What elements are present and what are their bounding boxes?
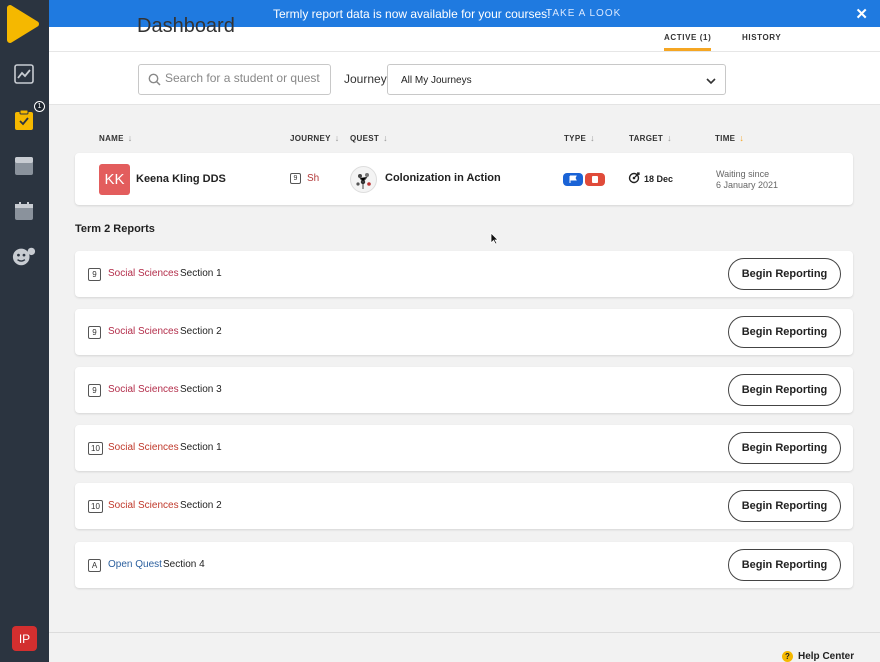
- help-center-link[interactable]: ? Help Center: [782, 651, 854, 662]
- page-title: Dashboard: [137, 15, 235, 37]
- report-section: Section 4: [163, 559, 205, 570]
- report-section: Section 1: [180, 268, 222, 279]
- sidebar: 1 IP: [0, 0, 49, 662]
- search-input[interactable]: [165, 71, 325, 85]
- notification-badge: 1: [34, 101, 45, 112]
- column-header-label: TYPE: [564, 134, 587, 143]
- mouse-cursor-icon: [490, 232, 499, 250]
- help-icon: ?: [782, 651, 793, 662]
- report-subject: Social Sciences: [108, 442, 179, 453]
- journey-select-value: All My Journeys: [401, 75, 472, 86]
- search-box: [138, 64, 331, 95]
- banner-message: Termly report data is now available for …: [273, 7, 551, 21]
- waiting-label: Waiting since: [716, 169, 770, 179]
- report-subject: Social Sciences: [108, 326, 179, 337]
- sort-arrow-icon: ↓: [383, 133, 388, 143]
- column-header-label: TIME: [715, 134, 736, 143]
- table-row[interactable]: KK Keena Kling DDS 9 Sh Colonization in …: [75, 153, 853, 205]
- quest-name: Colonization in Action: [385, 172, 501, 184]
- page-header: Dashboard ACTIVE (1) HISTORY Journey All…: [49, 15, 880, 105]
- column-header-time[interactable]: TIME ↓: [715, 133, 744, 143]
- grade-badge: 9: [88, 268, 101, 281]
- begin-reporting-button[interactable]: Begin Reporting: [728, 549, 841, 581]
- column-header-type[interactable]: TYPE ↓: [564, 133, 595, 143]
- analytics-icon[interactable]: [12, 62, 36, 86]
- journey-abbreviation: Sh: [307, 173, 320, 184]
- close-icon[interactable]: ✕: [855, 5, 868, 23]
- report-section: Section 3: [180, 384, 222, 395]
- report-row: 10 Social Sciences Section 1 Begin Repor…: [75, 425, 853, 471]
- tab-history[interactable]: HISTORY: [742, 33, 781, 42]
- report-subject: Social Sciences: [108, 500, 179, 511]
- sort-arrow-icon: ↓: [127, 133, 133, 143]
- target-date: 18 Dec: [644, 174, 674, 184]
- grade-badge: 9: [88, 384, 101, 397]
- sort-arrow-icon: ↓: [334, 133, 340, 143]
- grade-badge: 10: [88, 500, 103, 513]
- report-subject: Social Sciences: [108, 384, 179, 395]
- waiting-since: Waiting since 6 January 2021: [716, 169, 778, 191]
- help-center-label: Help Center: [798, 651, 855, 662]
- column-header-journey[interactable]: JOURNEY ↓: [290, 133, 340, 143]
- column-header-label: NAME: [99, 134, 124, 143]
- report-type-icon: [585, 173, 605, 186]
- grade-badge: 9: [290, 173, 301, 184]
- calendar-icon[interactable]: [12, 199, 36, 223]
- target-icon: [628, 171, 641, 189]
- tabs-divider: [49, 51, 880, 52]
- column-header-quest[interactable]: QUEST ↓: [350, 133, 388, 143]
- user-avatar[interactable]: IP: [12, 626, 37, 651]
- column-header-label: QUEST: [350, 134, 380, 143]
- sort-arrow-icon: ↓: [739, 133, 745, 143]
- reports-section-title: Term 2 Reports: [75, 223, 155, 235]
- tab-active[interactable]: ACTIVE (1): [664, 33, 712, 51]
- journey-label: Journey: [344, 72, 387, 86]
- column-header-label: TARGET: [629, 134, 664, 143]
- report-section: Section 2: [180, 326, 222, 337]
- report-section: Section 1: [180, 442, 222, 453]
- reports-icon[interactable]: [12, 154, 36, 178]
- begin-reporting-button[interactable]: Begin Reporting: [728, 432, 841, 464]
- report-row: 10 Social Sciences Section 2 Begin Repor…: [75, 483, 853, 529]
- flag-icon: [563, 173, 583, 186]
- column-header-name[interactable]: NAME ↓: [99, 133, 133, 143]
- report-row: 9 Social Sciences Section 1 Begin Report…: [75, 251, 853, 297]
- waiting-date: 6 January 2021: [716, 180, 779, 190]
- begin-reporting-button[interactable]: Begin Reporting: [728, 258, 841, 290]
- report-section: Section 2: [180, 500, 222, 511]
- grade-badge: 9: [88, 326, 101, 339]
- begin-reporting-button[interactable]: Begin Reporting: [728, 490, 841, 522]
- quests-icon[interactable]: [12, 108, 36, 132]
- grade-badge: A: [88, 559, 101, 572]
- report-row: 9 Social Sciences Section 3 Begin Report…: [75, 367, 853, 413]
- column-header-target[interactable]: TARGET ↓: [629, 133, 672, 143]
- journey-select[interactable]: All My Journeys: [387, 64, 726, 95]
- quest-thumbnail: [350, 166, 377, 193]
- grade-badge: 10: [88, 442, 103, 455]
- report-row: A Open Quest Section 4 Begin Reporting: [75, 542, 853, 588]
- report-subject: Open Quest: [108, 559, 162, 570]
- column-header-label: JOURNEY: [290, 134, 331, 143]
- student-name: Keena Kling DDS: [136, 173, 226, 185]
- search-icon: [148, 73, 161, 91]
- begin-reporting-button[interactable]: Begin Reporting: [728, 316, 841, 348]
- student-avatar: KK: [99, 164, 130, 195]
- sort-arrow-icon: ↓: [667, 133, 672, 143]
- students-icon[interactable]: [12, 244, 36, 268]
- banner-take-a-look-link[interactable]: TAKE A LOOK: [546, 8, 621, 19]
- begin-reporting-button[interactable]: Begin Reporting: [728, 374, 841, 406]
- sort-arrow-icon: ↓: [590, 133, 595, 143]
- report-subject: Social Sciences: [108, 268, 179, 279]
- footer-divider: [49, 632, 880, 633]
- chevron-down-icon: [705, 74, 717, 92]
- app-logo[interactable]: [0, 0, 49, 48]
- report-row: 9 Social Sciences Section 2 Begin Report…: [75, 309, 853, 355]
